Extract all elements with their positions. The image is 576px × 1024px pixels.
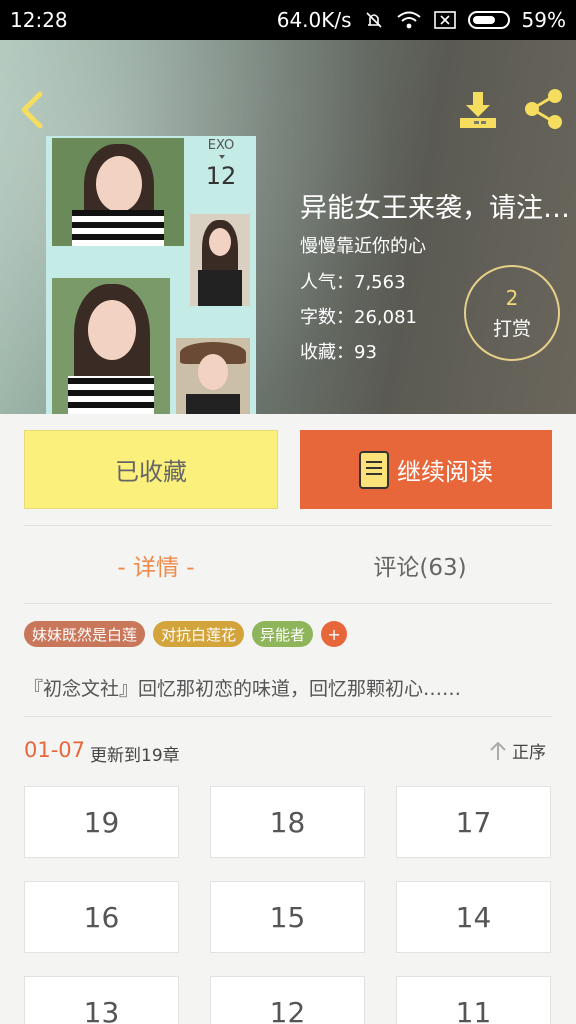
book-favorites: 收藏：93 — [300, 342, 377, 363]
divider — [24, 603, 552, 604]
status-time: 12:28 — [10, 8, 68, 32]
chapter-button[interactable]: 11 — [396, 976, 551, 1024]
sort-button[interactable]: 正序 — [488, 738, 546, 763]
chapter-button[interactable]: 16 — [24, 881, 179, 953]
book-title: 异能女王来袭，请注… — [300, 193, 570, 224]
tag-item[interactable]: 对抗白莲花 — [153, 621, 245, 647]
cover-triangle — [219, 155, 225, 159]
chapter-button[interactable]: 15 — [210, 881, 365, 953]
book-intro[interactable]: 『初念文社』回忆那初恋的味道，回忆那颗初心…… — [24, 674, 552, 701]
status-net-speed: 64.0K/s — [276, 8, 352, 32]
divider — [24, 525, 552, 526]
chapter-button[interactable]: 17 — [396, 786, 551, 858]
cover-exo-text: EXO — [207, 138, 235, 153]
no-sim-icon — [433, 11, 456, 29]
cover-photo — [52, 138, 184, 246]
tip-label: 打赏 — [492, 317, 531, 340]
update-text: 更新到19章 — [90, 746, 180, 766]
continue-reading-button[interactable]: 继续阅读 — [300, 430, 552, 509]
battery-percent: 59% — [521, 8, 566, 32]
divider — [24, 716, 552, 717]
chapter-grid: 19 18 17 16 15 14 13 12 11 — [24, 786, 552, 1024]
book-word-count: 字数：26,081 — [300, 307, 417, 328]
tip-count: 2 — [505, 285, 519, 310]
book-cover[interactable]: EXO 12 — [46, 136, 256, 414]
back-icon[interactable] — [14, 88, 50, 132]
tip-button[interactable]: 2 打赏 — [464, 265, 560, 361]
chapter-button[interactable]: 14 — [396, 881, 551, 953]
cover-photo — [176, 338, 250, 414]
tag-item[interactable]: 妹妹既然是白莲 — [24, 621, 146, 647]
favorite-label: 已收藏 — [115, 458, 187, 486]
chapter-button[interactable]: 12 — [210, 976, 365, 1024]
tab-detail[interactable]: - 详情 - — [24, 548, 288, 582]
cover-photo — [52, 278, 170, 414]
cover-photo — [190, 214, 250, 306]
continue-reading-label: 继续阅读 — [397, 458, 493, 486]
add-tag-button[interactable]: + — [321, 621, 348, 647]
wifi-icon — [396, 11, 421, 29]
update-date: 01-07 — [24, 738, 86, 762]
book-author[interactable]: 慢慢靠近你的心 — [300, 232, 426, 258]
status-bar: 12:28 64.0K/s 59% — [0, 0, 576, 40]
cover-number-text: 12 — [205, 162, 237, 190]
chapter-button[interactable]: 13 — [24, 976, 179, 1024]
battery-icon — [467, 11, 510, 29]
sort-label: 正序 — [512, 743, 546, 763]
tab-comments[interactable]: 评论(63) — [288, 548, 552, 582]
book-icon — [359, 450, 389, 489]
arrow-up-icon — [490, 741, 506, 760]
mute-icon — [365, 12, 382, 28]
download-icon[interactable] — [456, 88, 500, 132]
chapter-button[interactable]: 19 — [24, 786, 179, 858]
favorite-button[interactable]: 已收藏 — [24, 430, 278, 509]
book-popularity: 人气：7,563 — [300, 272, 406, 293]
chapter-button[interactable]: 18 — [210, 786, 365, 858]
share-icon[interactable] — [520, 86, 566, 132]
book-header: EXO 12 异能女王来袭，请注… 慢慢靠近你的心 人气：7,563 字数：26… — [0, 40, 576, 414]
tag-item[interactable]: 异能者 — [252, 621, 314, 647]
tag-list: 妹妹既然是白莲 对抗白莲花 异能者 + — [24, 621, 348, 647]
